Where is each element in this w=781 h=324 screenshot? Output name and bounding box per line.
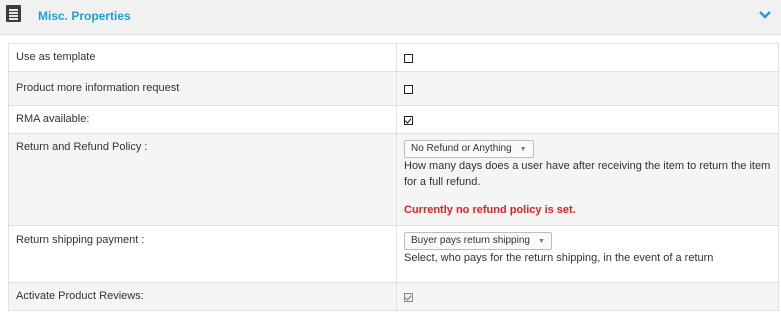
properties-table: Use as template Product more information… bbox=[8, 43, 779, 311]
dropdown-arrow-icon: ▼ bbox=[519, 146, 527, 153]
refund-policy-select[interactable]: No Refund or Anything ▼ bbox=[404, 140, 534, 158]
section-title: Misc. Properties bbox=[38, 9, 131, 23]
dropdown-arrow-icon: ▼ bbox=[537, 238, 545, 245]
table-row: Return and Refund Policy : No Refund or … bbox=[8, 133, 779, 226]
refund-policy-help: How many days does a user have after rec… bbox=[404, 160, 771, 188]
refund-policy-label: Return and Refund Policy : bbox=[8, 133, 397, 226]
more-info-request-checkbox[interactable] bbox=[404, 85, 413, 94]
return-shipping-help: Select, who pays for the return shipping… bbox=[404, 252, 714, 264]
table-row: Activate Product Reviews: bbox=[8, 282, 779, 311]
return-shipping-select-value: Buyer pays return shipping bbox=[411, 235, 530, 246]
return-shipping-select[interactable]: Buyer pays return shipping ▼ bbox=[404, 232, 552, 250]
product-reviews-checkbox[interactable] bbox=[404, 293, 413, 302]
product-reviews-label: Activate Product Reviews: bbox=[8, 282, 397, 311]
chevron-down-icon[interactable] bbox=[758, 10, 772, 20]
rma-available-label: RMA available: bbox=[8, 105, 397, 134]
refund-policy-warning: Currently no refund policy is set. bbox=[404, 204, 576, 216]
use-as-template-label: Use as template bbox=[8, 43, 397, 72]
table-row: Use as template bbox=[8, 43, 779, 72]
table-row: Product more information request bbox=[8, 71, 779, 106]
return-shipping-label: Return shipping payment : bbox=[8, 225, 397, 283]
document-icon bbox=[6, 5, 21, 22]
refund-policy-select-value: No Refund or Anything bbox=[411, 143, 512, 154]
table-row: Return shipping payment : Buyer pays ret… bbox=[8, 225, 779, 283]
table-row: RMA available: bbox=[8, 105, 779, 134]
more-info-request-label: Product more information request bbox=[8, 71, 397, 106]
rma-available-checkbox[interactable] bbox=[404, 116, 413, 125]
misc-properties-header[interactable]: Misc. Properties bbox=[0, 0, 781, 35]
use-as-template-checkbox[interactable] bbox=[404, 54, 413, 63]
